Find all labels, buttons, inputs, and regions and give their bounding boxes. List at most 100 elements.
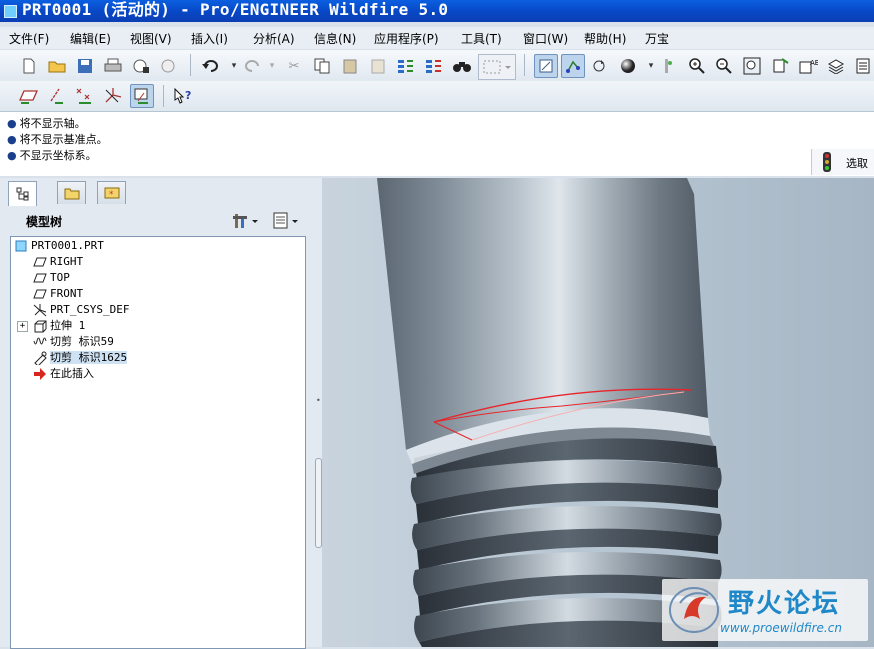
reorient-icon[interactable]	[770, 56, 790, 76]
datum-axis-display-icon[interactable]	[47, 86, 67, 106]
tree-item-part[interactable]: PRT0001.PRT	[14, 238, 104, 254]
menu-window[interactable]: 窗口(W)	[523, 30, 568, 47]
forum-watermark: 野火论坛 www.proewildfire.cn	[662, 579, 868, 641]
tree-display-button[interactable]	[272, 211, 302, 231]
layers-icon[interactable]	[826, 56, 846, 76]
datum-point-display-icon[interactable]	[75, 86, 95, 106]
datum-plane-display-icon[interactable]	[19, 86, 39, 106]
helical-cut-icon	[33, 337, 47, 345]
graphics-window[interactable]	[322, 178, 874, 647]
svg-text:*: *	[109, 190, 114, 200]
view-manager-icon[interactable]	[657, 56, 677, 76]
annotation-display-icon[interactable]	[130, 84, 154, 108]
tree-settings-icon	[233, 214, 258, 228]
menu-insert[interactable]: 插入(I)	[191, 30, 228, 47]
tab-favorites[interactable]: *	[97, 181, 126, 204]
tab-model-tree[interactable]	[8, 181, 37, 206]
tree-item-extrude[interactable]: + 拉伸 1	[17, 318, 85, 334]
menu-edit[interactable]: 编辑(E)	[70, 30, 111, 47]
traffic-light-icon	[823, 152, 831, 172]
model-display-icon[interactable]	[853, 56, 873, 76]
tree-item-front[interactable]: FRONT	[33, 286, 83, 302]
zoom-in-icon[interactable]	[687, 56, 707, 76]
new-file-icon[interactable]	[19, 56, 39, 76]
mail-link-icon[interactable]	[159, 56, 179, 76]
cut-icon	[34, 351, 47, 365]
menu-view[interactable]: 视图(V)	[130, 30, 172, 47]
refit-icon[interactable]	[742, 56, 762, 76]
expand-toggle-icon[interactable]: +	[17, 320, 28, 332]
watermark-title: 野火论坛	[728, 589, 841, 619]
tree-settings-button[interactable]	[232, 211, 262, 231]
repaint-icon[interactable]	[590, 56, 610, 76]
message-area: ● 将不显示轴。 ● 将不显示基准点。 ● 不显示坐标系。	[0, 112, 874, 176]
zoom-out-icon[interactable]	[714, 56, 734, 76]
model-tree-icon	[16, 187, 28, 201]
csys-display-icon[interactable]	[103, 86, 123, 106]
regenerate-icon[interactable]	[396, 56, 416, 76]
tab-folder-browser[interactable]	[57, 181, 86, 204]
find-binoculars-icon[interactable]	[452, 56, 472, 76]
watermark-url: www.proewildfire.cn	[720, 621, 842, 635]
part-icon	[15, 240, 27, 252]
copy-icon[interactable]	[312, 56, 332, 76]
favorites-icon: *	[104, 187, 119, 200]
selection-box-dropdown[interactable]	[478, 54, 516, 80]
menu-applications[interactable]: 应用程序(P)	[374, 30, 439, 47]
tree-display-icon	[273, 212, 298, 229]
menu-help[interactable]: 帮助(H)	[584, 30, 626, 47]
menu-file[interactable]: 文件(F)	[9, 30, 49, 47]
shank-cylinder	[377, 178, 714, 474]
undo-dropdown-icon[interactable]: ▾	[224, 56, 244, 76]
message-line: ● 不显示坐标系。	[7, 149, 97, 162]
paste-special-icon[interactable]	[368, 56, 388, 76]
tree-item-top[interactable]: TOP	[33, 270, 70, 286]
model-tree-title: 模型树	[26, 215, 63, 229]
svg-text:?: ?	[185, 89, 191, 102]
save-icon[interactable]	[75, 56, 95, 76]
main-toolbar: ▾ ▾ ✂ ▾ AB	[0, 50, 874, 81]
undo-icon[interactable]	[201, 56, 221, 76]
selection-label: 选取	[846, 157, 868, 170]
model-tree: PRT0001.PRT RIGHT TOP FRONT PRT_CSYS_DEF…	[10, 236, 306, 649]
menu-tools[interactable]: 工具(T)	[461, 30, 502, 47]
selection-filter[interactable]: 选取	[811, 149, 874, 175]
panel-splitter[interactable]: •	[314, 178, 322, 647]
navigator-panel: * 模型树 PRT0001.PRT RIGHT TOP FRONT PRT_CS…	[0, 178, 322, 649]
redo-icon[interactable]	[242, 56, 262, 76]
splitter-grip[interactable]	[315, 458, 322, 548]
splitter-dot: •	[316, 396, 321, 405]
menu-info[interactable]: 信息(N)	[314, 30, 356, 47]
send-mail-icon[interactable]	[131, 56, 151, 76]
tree-item-insert-here[interactable]: 在此插入	[33, 366, 94, 382]
datum-plane-icon	[33, 289, 47, 299]
tree-item-cut-59[interactable]: 切剪 标识59	[33, 334, 114, 350]
window-title: PRT0001 (活动的) - Pro/ENGINEER Wildfire 5.…	[22, 0, 449, 19]
print-icon[interactable]	[103, 56, 123, 76]
part-model-render	[377, 178, 722, 647]
open-folder-icon[interactable]	[47, 56, 67, 76]
sketch-display-icon[interactable]	[561, 54, 585, 78]
datum-toolbar: ?	[0, 81, 874, 112]
svg-text:AB: AB	[810, 59, 818, 67]
redo-dropdown-icon[interactable]: ▾	[262, 56, 282, 76]
context-help-icon[interactable]: ?	[173, 86, 193, 106]
tree-item-right[interactable]: RIGHT	[33, 254, 83, 270]
cut-icon[interactable]: ✂	[284, 56, 304, 76]
insert-arrow-icon	[34, 368, 46, 380]
tree-item-csys[interactable]: PRT_CSYS_DEF	[33, 302, 129, 318]
menu-bar: 文件(F) 编辑(E) 视图(V) 插入(I) 分析(A) 信息(N) 应用程序…	[0, 27, 874, 49]
tree-item-cut-1625[interactable]: 切剪 标识1625	[33, 350, 128, 366]
message-line: ● 将不显示基准点。	[7, 133, 108, 146]
message-line: ● 将不显示轴。	[7, 117, 86, 130]
regen-manager-icon[interactable]	[424, 56, 444, 76]
datum-plane-icon	[33, 257, 47, 267]
extrude-icon	[34, 320, 47, 333]
menu-wanbao[interactable]: 万宝	[645, 30, 669, 47]
forum-logo-icon	[669, 587, 719, 633]
datum-display-icon[interactable]	[534, 54, 558, 78]
shading-sphere-icon[interactable]	[618, 56, 638, 76]
menu-analysis[interactable]: 分析(A)	[253, 30, 295, 47]
paste-icon[interactable]	[340, 56, 360, 76]
saved-views-icon[interactable]: AB	[798, 56, 818, 76]
